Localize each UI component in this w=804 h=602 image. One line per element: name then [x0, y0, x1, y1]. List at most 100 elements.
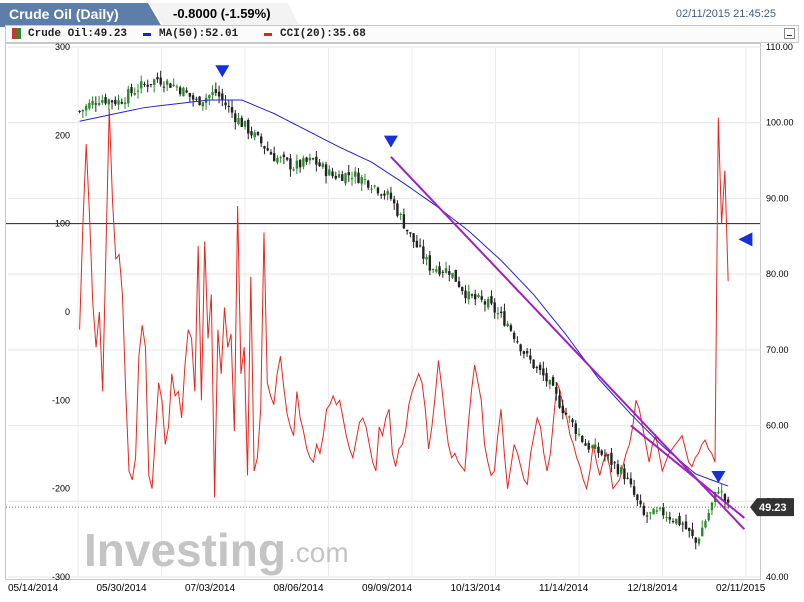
candle-body — [444, 268, 448, 273]
trendline — [390, 156, 746, 530]
candle-body — [525, 351, 529, 354]
candle-body — [477, 294, 480, 297]
candle-body — [182, 87, 185, 97]
candle-body — [467, 291, 470, 300]
candle-body — [422, 246, 425, 259]
candle-body — [483, 301, 487, 305]
candle-body — [632, 486, 636, 495]
candle-body — [169, 83, 172, 88]
candle-body — [224, 102, 227, 106]
candle-body — [519, 344, 522, 352]
candle-body — [564, 412, 568, 415]
candle-body — [295, 160, 299, 169]
candle-body — [321, 163, 325, 168]
candle-body — [347, 172, 350, 176]
candle-body — [649, 512, 652, 514]
candle-body — [425, 257, 428, 260]
cci-line — [79, 108, 729, 498]
date-tick-label: 08/06/2014 — [274, 583, 324, 594]
candle-body — [555, 387, 558, 394]
candle-body — [409, 232, 412, 234]
date-tick-label: 05/14/2014 — [8, 583, 58, 594]
candle-body — [269, 152, 273, 155]
candle-body — [412, 233, 415, 243]
candle-body — [308, 157, 312, 161]
candle-body — [597, 446, 600, 454]
chart-widget: Crude Oil (Daily) -0.8000 (-1.59%) 02/11… — [0, 0, 804, 602]
ma-line — [79, 99, 729, 487]
candle-body — [636, 494, 639, 501]
candle-body — [435, 269, 438, 272]
candle-body — [191, 95, 195, 100]
cci-tick-label: 300 — [55, 42, 70, 52]
candle-body — [642, 505, 646, 515]
candle-body — [652, 508, 655, 515]
candle-body — [535, 367, 539, 369]
candle-body — [668, 516, 671, 520]
candle-body — [201, 102, 205, 107]
candle-body — [574, 423, 577, 434]
candle-body — [331, 171, 334, 177]
candle-body — [619, 467, 623, 474]
candle-body — [594, 444, 597, 449]
candle-body — [172, 84, 175, 86]
candle-body — [334, 176, 337, 179]
candle-body — [324, 164, 328, 177]
candle-body — [298, 160, 302, 168]
candle-body — [217, 91, 221, 97]
candle-body — [603, 455, 607, 457]
date-tick-label: 02/11/2015 — [716, 583, 766, 594]
candle-body — [123, 102, 127, 105]
candle-body — [357, 172, 360, 184]
candle-body — [136, 90, 140, 92]
grid — [8, 46, 761, 578]
candle-body — [717, 492, 720, 494]
candle-body — [551, 377, 555, 386]
last-price-label: 49.23 — [759, 502, 787, 514]
candle-body — [710, 502, 714, 511]
candles — [78, 70, 730, 550]
candle-body — [561, 405, 564, 414]
candle-body — [318, 162, 321, 167]
candle-body — [678, 515, 681, 525]
candle-body — [88, 103, 91, 109]
candle-body — [208, 95, 211, 99]
watermark-brand: Investing — [84, 524, 286, 576]
candle-body — [263, 146, 266, 149]
candle-body — [120, 101, 123, 104]
candle-body — [545, 373, 548, 382]
candle-body — [350, 178, 354, 180]
date-axis: 05/14/2014 05/30/2014 07/03/2014 08/06/2014… — [8, 583, 766, 594]
candle-body — [428, 255, 432, 271]
candle-body — [581, 436, 584, 442]
candle-body — [97, 103, 101, 105]
candle-body — [133, 93, 136, 95]
candle-body — [503, 311, 506, 326]
cci-tick-label: -200 — [52, 484, 70, 494]
candle-body — [159, 77, 162, 85]
candle-body — [474, 294, 477, 300]
candle-body — [431, 269, 435, 271]
candle-body — [399, 213, 402, 215]
trendlines — [390, 156, 746, 530]
candle-body — [684, 521, 688, 530]
candle-body — [441, 271, 445, 273]
cci-series — [79, 108, 729, 498]
price-tick-label: 100.00 — [766, 118, 794, 128]
candle-body — [153, 79, 156, 86]
candle-body — [165, 80, 169, 85]
price-tick-label: 110.00 — [766, 42, 793, 52]
candle-body — [214, 89, 218, 93]
candle-body — [701, 527, 704, 537]
candle-body — [529, 355, 532, 360]
date-tick-label: 12/18/2014 — [628, 583, 678, 594]
candle-body — [516, 341, 519, 343]
candle-body — [211, 91, 214, 96]
candle-body — [396, 203, 399, 216]
candle-body — [156, 77, 159, 80]
candle-body — [117, 100, 120, 105]
candle-body — [707, 512, 710, 521]
candle-body — [623, 468, 626, 480]
down-arrow-icon — [215, 65, 230, 78]
candle-body — [587, 443, 590, 450]
